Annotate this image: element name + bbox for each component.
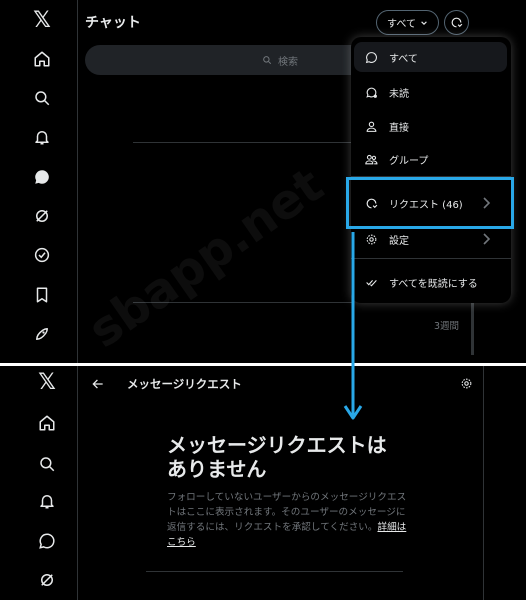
chevron-right-icon [481, 232, 491, 249]
verified-icon[interactable] [31, 244, 53, 266]
grok-icon[interactable] [36, 569, 58, 591]
filter-dropdown-button[interactable]: すべて [376, 10, 439, 35]
chat-screen: 𝕏 チャット すべて 検索 3週間 すべて 未読 直接 グループ リクエスト (… [0, 0, 526, 363]
menu-item-label: 未読 [389, 88, 409, 100]
sidebar: 𝕏 [0, 366, 78, 600]
empty-state-text: フォローしていないユーザーからのメッセージリクエストはここに表示されます。そのユ… [167, 492, 407, 533]
empty-state-title: メッセージリクエストはありません [167, 433, 387, 481]
requests-main: メッセージリクエスト メッセージリクエストはありません フォローしていないユーザ… [78, 366, 484, 600]
chevron-down-icon [421, 20, 427, 25]
filter-dropdown-menu: すべて 未読 直接 グループ リクエスト (46) 設定 すべてを既読にする [351, 37, 511, 303]
annotation-arrow [343, 232, 363, 420]
unread-bubble-icon [364, 85, 378, 99]
chat-bubble-icon [364, 50, 378, 64]
bookmark-icon[interactable] [31, 284, 53, 306]
grok-icon[interactable] [31, 205, 53, 227]
bell-icon[interactable] [36, 490, 58, 512]
menu-item-label: すべて [389, 53, 418, 65]
timestamp: 3週間 [434, 321, 460, 332]
menu-item-label: すべてを既読にする [389, 278, 478, 290]
home-icon[interactable] [31, 48, 53, 70]
menu-item-label: グループ [389, 155, 429, 167]
menu-item-direct[interactable]: 直接 [351, 111, 511, 141]
menu-item-mark-all-read[interactable]: すべてを既読にする [351, 267, 511, 297]
home-icon[interactable] [36, 412, 58, 434]
rocket-icon[interactable] [31, 323, 53, 345]
person-icon [364, 119, 378, 133]
menu-item-group[interactable]: グループ [351, 144, 511, 174]
sidebar: 𝕏 [0, 0, 78, 363]
menu-item-unread[interactable]: 未読 [351, 77, 511, 107]
menu-divider [351, 258, 511, 259]
x-logo-icon[interactable]: 𝕏 [31, 10, 53, 32]
group-icon [364, 152, 378, 166]
divider [133, 302, 353, 303]
filter-label: すべて [387, 19, 416, 30]
search-icon[interactable] [36, 453, 58, 475]
message-request-button[interactable] [444, 10, 469, 35]
menu-item-label: 設定 [389, 235, 409, 247]
messages-icon[interactable] [36, 530, 58, 552]
messages-icon[interactable] [31, 166, 53, 188]
gear-icon[interactable] [458, 375, 474, 391]
back-arrow-icon[interactable] [90, 376, 106, 392]
request-icon [451, 17, 463, 28]
empty-state-body: フォローしていないユーザーからのメッセージリクエストはここに表示されます。そのユ… [167, 490, 407, 550]
menu-item-label: 直接 [389, 122, 409, 134]
x-logo-icon[interactable]: 𝕏 [36, 372, 58, 394]
highlight-box [346, 177, 514, 229]
menu-item-all[interactable]: すべて [354, 42, 507, 72]
gear-icon [364, 232, 378, 246]
mark-read-icon [364, 275, 378, 289]
search-icon [263, 56, 272, 65]
page-title: チャット [85, 15, 141, 31]
page-title: メッセージリクエスト [127, 377, 242, 391]
search-placeholder: 検索 [278, 56, 298, 68]
bell-icon[interactable] [31, 126, 53, 148]
message-requests-screen: 𝕏 メッセージリクエスト メッセージリクエストはありません フォローしていないユ… [0, 366, 526, 600]
divider [146, 571, 403, 572]
search-icon[interactable] [31, 87, 53, 109]
